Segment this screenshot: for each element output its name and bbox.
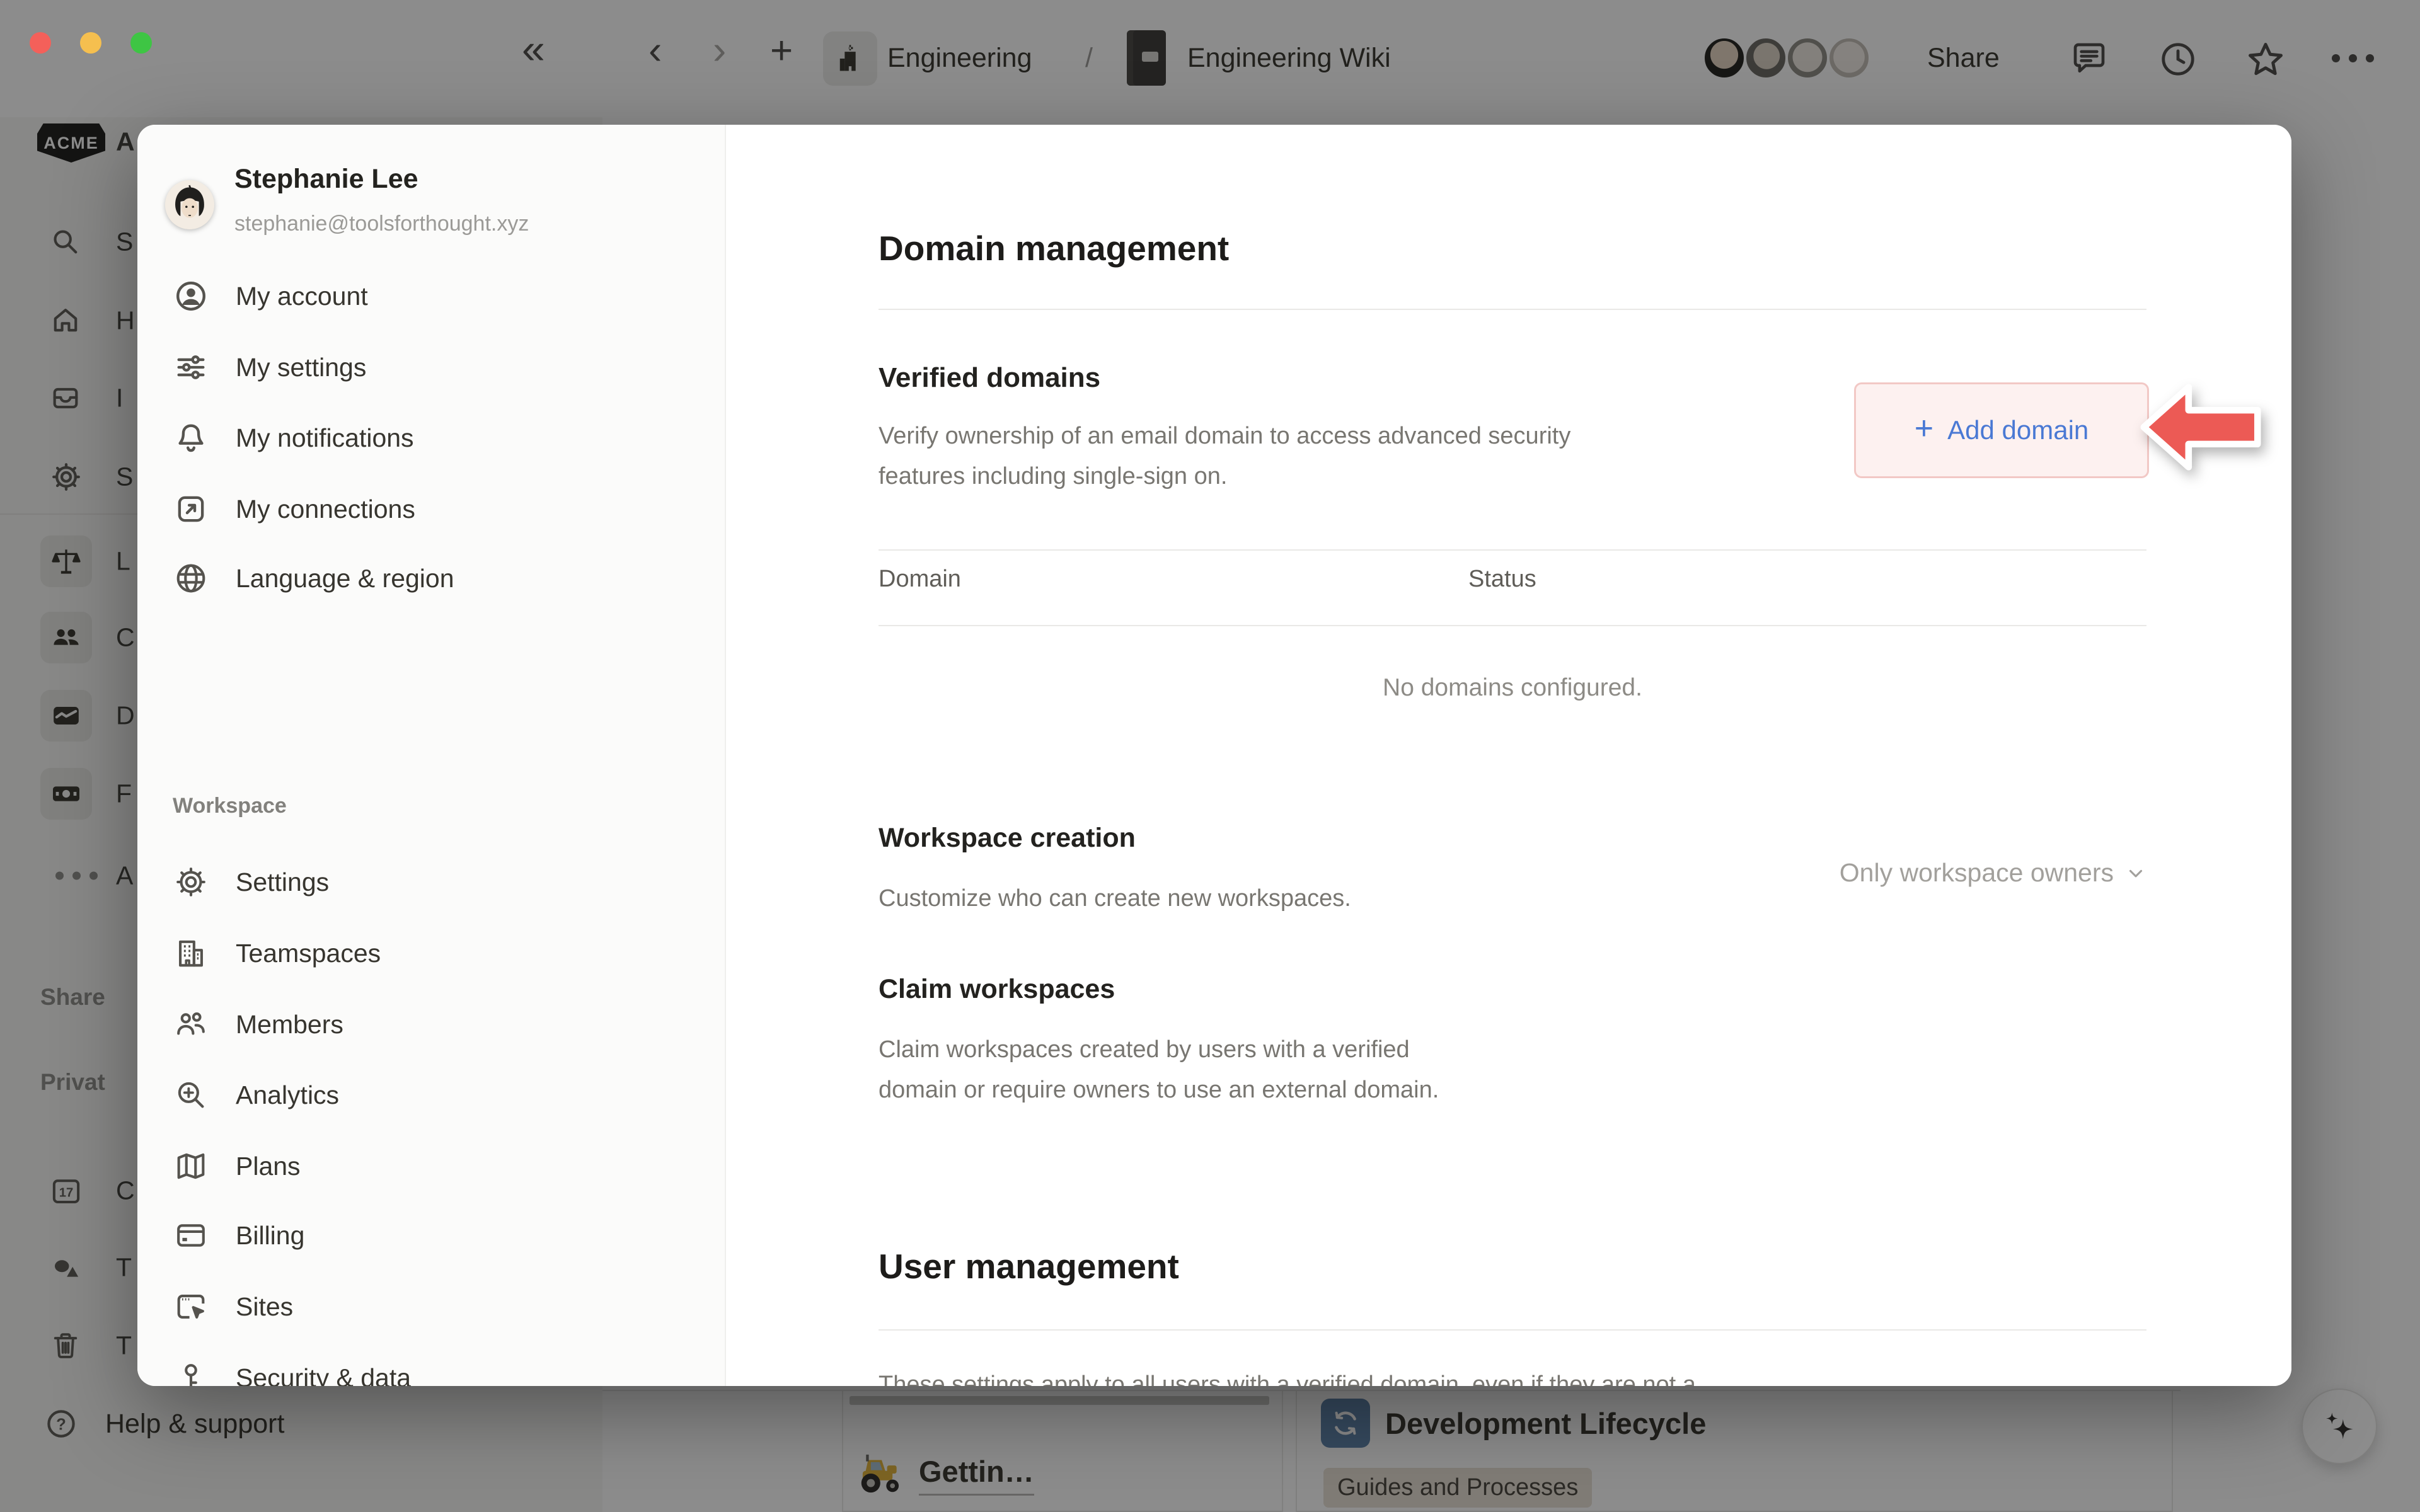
divider — [879, 1329, 2146, 1331]
sidebar-item-label: Members — [236, 1010, 343, 1040]
screenshot-root: « ‹ › + Engineering / Engineering Wiki S… — [0, 0, 2420, 1512]
sidebar-item-my-account[interactable]: My account — [150, 265, 712, 328]
sidebar-item-label: Sites — [236, 1292, 293, 1322]
sidebar-item-label: Teamspaces — [236, 939, 381, 968]
user-management-heading: User management — [879, 1246, 1179, 1286]
table-top-border — [879, 549, 2146, 551]
sidebar-item-label: Billing — [236, 1221, 304, 1251]
claim-workspaces-description: Claim workspaces created by users with a… — [879, 1029, 1698, 1110]
sidebar-item-my-connections[interactable]: My connections — [150, 478, 712, 541]
sidebar-item-analytics[interactable]: Analytics — [150, 1063, 712, 1126]
sidebar-item-label: My settings — [236, 353, 366, 382]
table-empty-message: No domains configured. — [879, 674, 2146, 702]
sidebar-item-label: Plans — [236, 1152, 301, 1181]
workspace-creation-dropdown[interactable]: Only workspace owners — [1840, 858, 2146, 888]
divider — [879, 309, 2146, 310]
sidebar-item-settings[interactable]: Settings — [150, 850, 712, 914]
add-domain-label: Add domain — [1947, 415, 2089, 445]
table-header-status: Status — [1468, 566, 1536, 593]
settings-content: Domain management Verified domains Verif… — [726, 125, 2291, 1386]
user-management-clipped-text: These settings apply to all users with a… — [879, 1365, 2152, 1386]
sidebar-item-security-data[interactable]: Security & data — [150, 1346, 712, 1386]
arrow-out-box-icon — [173, 491, 209, 527]
window-minimize-button[interactable] — [80, 32, 101, 54]
sidebar-item-label: My connections — [236, 495, 415, 524]
workspace-creation-description: Customize who can create new workspaces. — [879, 878, 1351, 919]
credit-card-icon — [173, 1217, 209, 1254]
table-bottom-border — [879, 625, 2146, 626]
globe-icon — [173, 560, 209, 597]
workspace-creation-heading: Workspace creation — [879, 823, 1136, 854]
claim-workspaces-heading: Claim workspaces — [879, 974, 1115, 1005]
user-email: stephanie@toolsforthought.xyz — [234, 212, 529, 236]
map-icon — [173, 1148, 209, 1184]
browser-cursor-icon — [173, 1288, 209, 1325]
sidebar-item-sites[interactable]: Sites — [150, 1275, 712, 1338]
sidebar-item-billing[interactable]: Billing — [150, 1204, 712, 1267]
sidebar-item-label: Security & data — [236, 1363, 411, 1387]
user-avatar — [165, 180, 214, 229]
chevron-down-icon — [2125, 862, 2146, 884]
sidebar-item-plans[interactable]: Plans — [150, 1135, 712, 1198]
sidebar-item-label: My account — [236, 282, 368, 311]
verified-domains-description: Verify ownership of an email domain to a… — [879, 416, 1874, 496]
sidebar-item-language-region[interactable]: Language & region — [150, 547, 712, 610]
page-title: Domain management — [879, 228, 1229, 268]
magnifier-plus-icon — [173, 1077, 209, 1113]
sliders-icon — [173, 349, 209, 386]
sidebar-item-members[interactable]: Members — [150, 993, 712, 1056]
verified-domains-heading: Verified domains — [879, 362, 1100, 394]
dropdown-value: Only workspace owners — [1840, 858, 2114, 888]
sidebar-item-label: My notifications — [236, 423, 414, 453]
user-name: Stephanie Lee — [234, 164, 418, 195]
table-header-domain: Domain — [879, 566, 961, 593]
annotation-arrow-icon — [2140, 381, 2261, 474]
sidebar-item-my-settings[interactable]: My settings — [150, 336, 712, 399]
settings-modal: Stephanie Lee stephanie@toolsforthought.… — [137, 125, 2291, 1386]
window-close-button[interactable] — [30, 32, 51, 54]
gear-icon — [173, 864, 209, 900]
workspace-section-label: Workspace — [173, 794, 287, 818]
sidebar-item-my-notifications[interactable]: My notifications — [150, 406, 712, 469]
settings-sidebar: Stephanie Lee stephanie@toolsforthought.… — [137, 125, 726, 1386]
bell-icon — [173, 420, 209, 456]
members-icon — [173, 1006, 209, 1043]
account-circle-icon — [173, 278, 209, 314]
sidebar-item-label: Analytics — [236, 1080, 339, 1110]
sidebar-item-label: Language & region — [236, 564, 454, 593]
key-icon — [173, 1360, 209, 1386]
window-zoom-button[interactable] — [130, 32, 152, 54]
add-domain-button[interactable]: + Add domain — [1854, 382, 2149, 478]
sidebar-item-teamspaces[interactable]: Teamspaces — [150, 922, 712, 985]
plus-icon: + — [1915, 410, 1933, 447]
building-icon — [173, 935, 209, 971]
sidebar-item-label: Settings — [236, 868, 329, 897]
